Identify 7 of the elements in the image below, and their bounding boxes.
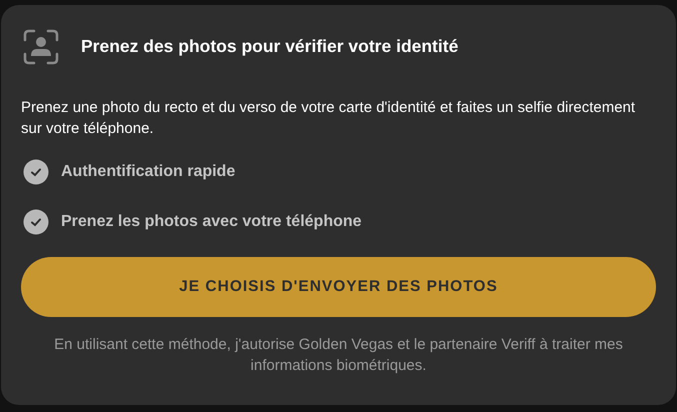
description-text: Prenez une photo du recto et du verso de votre carte d'identité et faites un selfie directement sur votre téléphone. (21, 98, 636, 139)
disclaimer-text: En utilisant cette méthode, j'autorise Golden Vegas et le partenaire Veriff à traiter mes informations biométriques. (53, 335, 624, 376)
dialog-title: Prenez des photos pour vérifier votre identité (81, 36, 458, 57)
feature-label: Prenez les photos avec votre téléphone (61, 213, 362, 231)
face-scan-icon (23, 28, 59, 64)
send-photos-button[interactable]: JE CHOISIS D'ENVOYER DES PHOTOS (21, 257, 656, 317)
feature-label: Authentification rapide (61, 163, 236, 181)
